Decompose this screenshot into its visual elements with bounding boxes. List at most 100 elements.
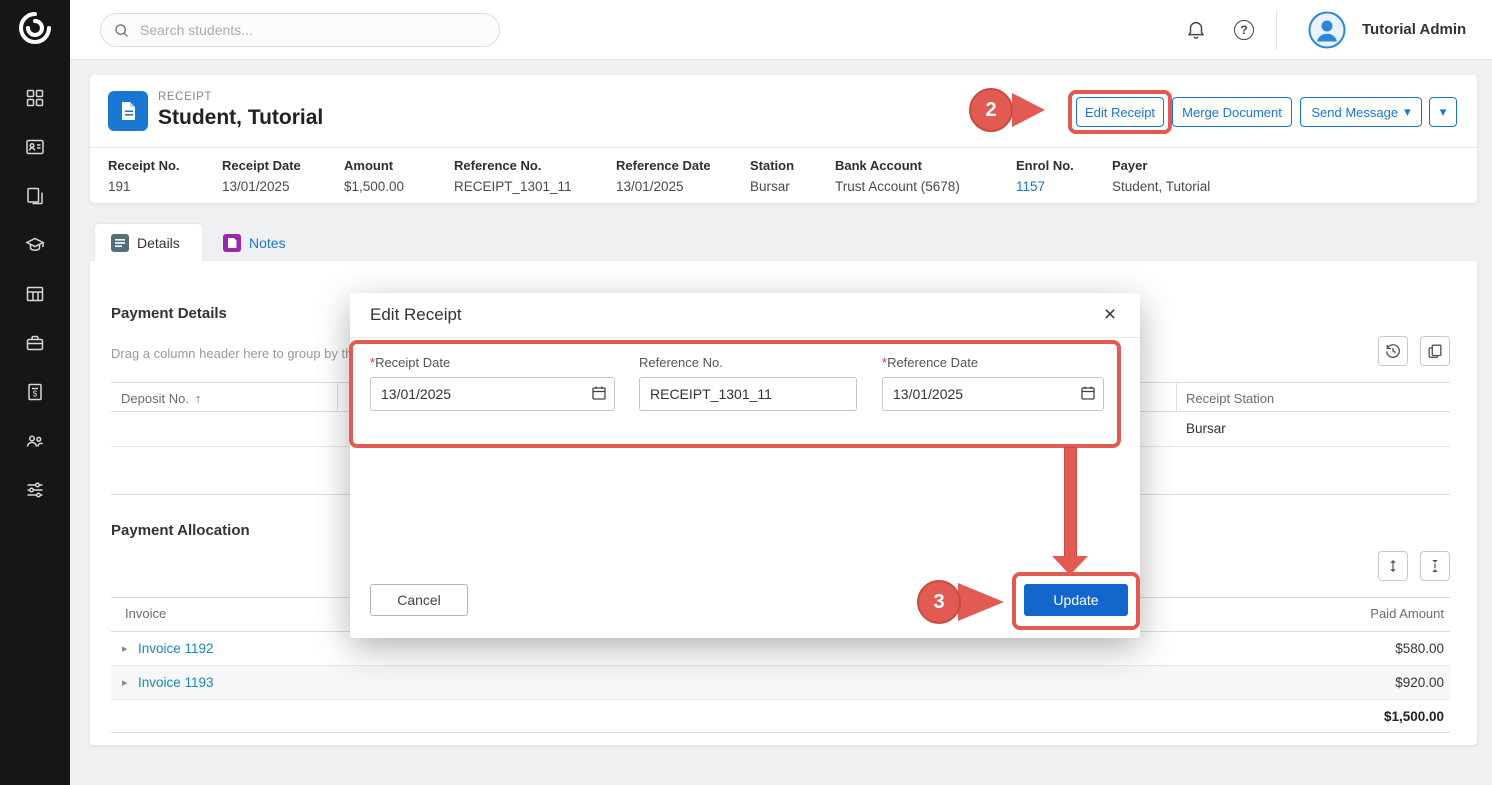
reference-date-field: *Reference Date bbox=[882, 355, 1104, 411]
calendar-icon[interactable] bbox=[590, 385, 608, 403]
reference-no-label: Reference No. bbox=[639, 355, 857, 370]
calendar-icon[interactable] bbox=[1079, 385, 1097, 403]
copy-button[interactable] bbox=[1420, 336, 1450, 366]
annotation-arrow-down-icon bbox=[1052, 556, 1088, 575]
update-button[interactable]: Update bbox=[1024, 584, 1128, 616]
sidebar-item-tables[interactable] bbox=[25, 284, 45, 304]
sort-asc-icon[interactable]: ↑ bbox=[195, 391, 202, 406]
graduation-cap-icon bbox=[25, 235, 45, 255]
close-icon[interactable]: × bbox=[1096, 301, 1124, 329]
field-value: Trust Account (5678) bbox=[835, 179, 960, 194]
receipt-header-card: RECEIPT Student, Tutorial Edit Receipt M… bbox=[90, 75, 1477, 203]
field-label: Amount bbox=[344, 158, 404, 173]
sidebar-item-documents[interactable] bbox=[25, 186, 45, 206]
annotation-arrow-down-shaft bbox=[1064, 447, 1077, 557]
sidebar-item-briefcase[interactable] bbox=[25, 333, 45, 353]
details-tab-icon bbox=[111, 234, 129, 252]
page-title: Student, Tutorial bbox=[158, 106, 323, 130]
invoice-link[interactable]: Invoice 1192 bbox=[138, 641, 214, 656]
history-icon bbox=[1384, 342, 1402, 360]
collapse-all-button[interactable] bbox=[1420, 551, 1450, 581]
reference-date-input[interactable] bbox=[882, 377, 1104, 411]
expand-all-button[interactable] bbox=[1378, 551, 1408, 581]
field-value: $1,500.00 bbox=[344, 179, 404, 194]
field-bank-account: Bank Account Trust Account (5678) bbox=[835, 158, 960, 194]
sidebar-item-settings[interactable] bbox=[25, 480, 45, 500]
help-icon: ? bbox=[1234, 20, 1254, 40]
total-paid-amount: $1,500.00 bbox=[1384, 709, 1444, 724]
search-icon bbox=[113, 22, 130, 39]
field-station: Station Bursar bbox=[750, 158, 794, 194]
receipt-date-input[interactable] bbox=[370, 377, 615, 411]
table-icon bbox=[25, 284, 45, 304]
app-logo-icon[interactable] bbox=[17, 10, 53, 46]
merge-document-button[interactable]: Merge Document bbox=[1172, 97, 1292, 127]
sidebar-nav: $ bbox=[0, 88, 70, 500]
dashboard-icon bbox=[25, 88, 45, 108]
row-expander-icon[interactable]: ▸ bbox=[122, 642, 128, 655]
row-expander-icon[interactable]: ▸ bbox=[122, 676, 128, 689]
modal-title: Edit Receipt bbox=[370, 305, 462, 325]
edit-receipt-label: Edit Receipt bbox=[1085, 105, 1155, 120]
field-value: 13/01/2025 bbox=[616, 179, 711, 194]
search-input[interactable] bbox=[138, 21, 487, 39]
sidebar: $ bbox=[0, 0, 70, 785]
merge-document-label: Merge Document bbox=[1182, 105, 1282, 120]
sidebar-item-community[interactable] bbox=[25, 431, 45, 451]
column-header-receipt-station[interactable]: Receipt Station bbox=[1176, 383, 1450, 414]
field-label: Enrol No. bbox=[1016, 158, 1074, 173]
reference-no-input[interactable] bbox=[639, 377, 857, 411]
sidebar-item-dashboard[interactable] bbox=[25, 88, 45, 108]
field-receipt-date: Receipt Date 13/01/2025 bbox=[222, 158, 301, 194]
paid-amount-cell: $580.00 bbox=[1395, 641, 1444, 656]
tab-details[interactable]: Details bbox=[95, 224, 202, 261]
contacts-icon bbox=[25, 137, 45, 157]
avatar[interactable] bbox=[1308, 11, 1346, 49]
tab-notes[interactable]: Notes bbox=[207, 224, 303, 261]
people-icon bbox=[25, 431, 45, 451]
sidebar-item-contacts[interactable] bbox=[25, 137, 45, 157]
field-value: RECEIPT_1301_11 bbox=[454, 179, 572, 194]
send-message-button[interactable]: Send Message ▾ bbox=[1300, 97, 1422, 127]
receipt-station-cell: Bursar bbox=[1186, 421, 1226, 436]
field-label: Station bbox=[750, 158, 794, 173]
edit-receipt-button[interactable]: Edit Receipt bbox=[1076, 97, 1164, 127]
send-message-label: Send Message bbox=[1311, 105, 1398, 120]
field-label: Receipt Date bbox=[222, 158, 301, 173]
annotation-step-3: 3 bbox=[917, 580, 961, 624]
invoice-link[interactable]: Invoice 1193 bbox=[138, 675, 214, 690]
notifications-button[interactable] bbox=[1183, 17, 1209, 43]
copy-icon bbox=[1426, 342, 1444, 360]
svg-text:$: $ bbox=[33, 390, 38, 399]
payment-allocation-heading: Payment Allocation bbox=[111, 522, 250, 539]
chevron-down-icon: ▾ bbox=[1440, 104, 1447, 120]
column-label: Receipt Station bbox=[1186, 391, 1274, 406]
sidebar-item-academics[interactable] bbox=[25, 235, 45, 255]
collapse-rows-icon bbox=[1427, 558, 1443, 574]
column-label: Invoice bbox=[125, 606, 166, 621]
briefcase-icon bbox=[25, 333, 45, 353]
invoice-icon: $ bbox=[25, 382, 45, 402]
enrol-no-link[interactable]: 1157 bbox=[1016, 179, 1074, 194]
documents-icon bbox=[25, 186, 45, 206]
field-label: Receipt No. bbox=[108, 158, 180, 173]
field-label: Reference No. bbox=[454, 158, 572, 173]
help-button[interactable]: ? bbox=[1231, 17, 1257, 43]
annotation-step-2: 2 bbox=[969, 88, 1013, 132]
expand-rows-icon bbox=[1385, 558, 1401, 574]
user-name[interactable]: Tutorial Admin bbox=[1362, 21, 1466, 38]
cancel-button[interactable]: Cancel bbox=[370, 584, 468, 616]
annotation-arrow-3-icon bbox=[958, 583, 1004, 621]
more-actions-button[interactable]: ▾ bbox=[1429, 97, 1457, 127]
sidebar-item-finance[interactable]: $ bbox=[25, 382, 45, 402]
column-header-deposit-no[interactable]: Deposit No.↑ bbox=[111, 383, 337, 414]
payment-details-heading: Payment Details bbox=[111, 305, 227, 322]
field-reference-no: Reference No. RECEIPT_1301_11 bbox=[454, 158, 572, 194]
field-value: 13/01/2025 bbox=[222, 179, 301, 194]
allocation-row-2[interactable]: ▸ Invoice 1193 $920.00 bbox=[111, 666, 1450, 700]
chevron-down-icon: ▾ bbox=[1404, 104, 1411, 120]
column-header-paid-amount[interactable]: Paid Amount bbox=[1370, 606, 1444, 621]
history-button[interactable] bbox=[1378, 336, 1408, 366]
receipt-date-field: *Receipt Date bbox=[370, 355, 615, 411]
field-label: Payer bbox=[1112, 158, 1210, 173]
